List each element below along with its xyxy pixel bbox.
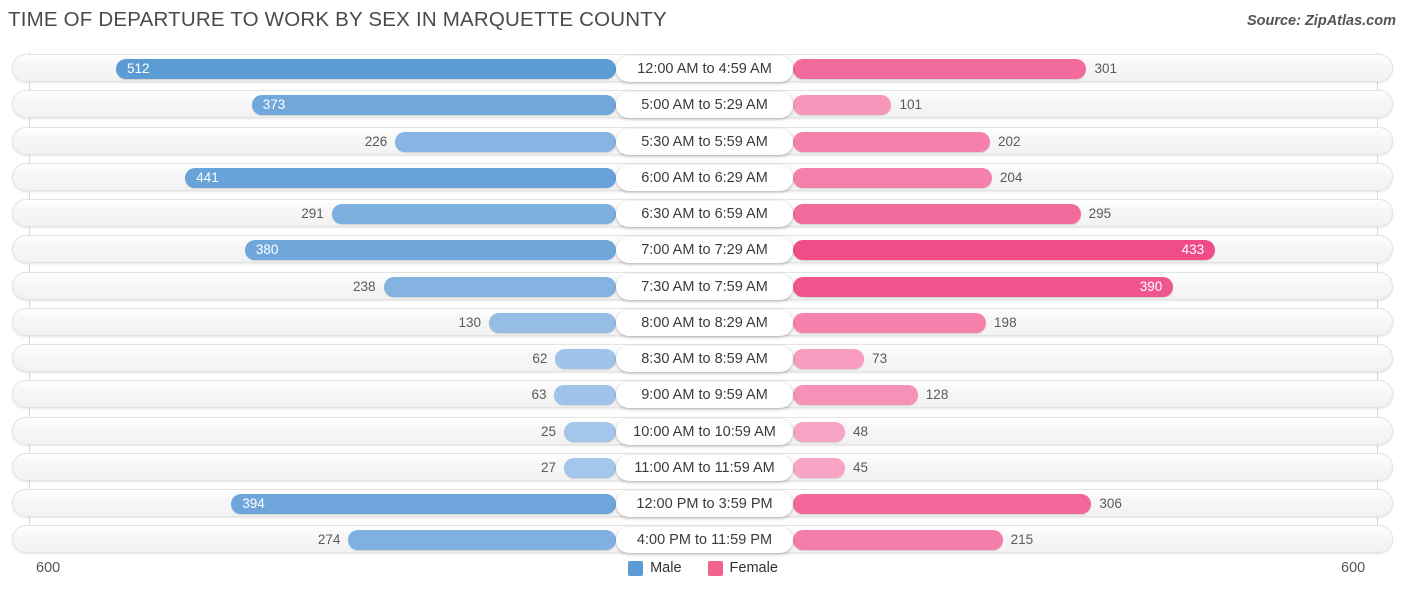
bar-value-male: 373 <box>262 97 286 113</box>
legend-item-female[interactable]: Female <box>707 560 778 576</box>
bar-female <box>793 131 990 152</box>
chart-legend: Male Female <box>0 560 1406 576</box>
bar-value-male: 25 <box>540 423 556 439</box>
category-label: 8:00 AM to 8:29 AM <box>616 309 793 336</box>
bar-value-male: 63 <box>531 387 547 403</box>
legend-label: Male <box>650 560 682 576</box>
bar-value-male: 238 <box>353 278 376 294</box>
bar-male <box>115 59 616 79</box>
bar-value-female: 215 <box>1010 532 1034 548</box>
category-label: 4:00 PM to 11:59 PM <box>616 527 793 554</box>
table-row: 27 45 11:00 AM to 11:59 AM <box>12 452 1393 481</box>
bar-value-female: 306 <box>1099 496 1122 511</box>
bar-female <box>793 167 992 188</box>
bar-male <box>331 204 616 224</box>
bar-value-female: 198 <box>994 314 1017 330</box>
bar-value-male: 130 <box>458 314 482 330</box>
bar-female <box>793 457 845 478</box>
bar-female <box>793 240 1216 261</box>
bar-male <box>564 421 616 442</box>
bar-value-female: 390 <box>1139 278 1163 294</box>
bar-value-female: 48 <box>853 423 869 439</box>
bar-male <box>244 240 616 261</box>
bar-value-male: 380 <box>255 242 279 258</box>
bar-female <box>793 385 918 406</box>
table-row: 25 48 10:00 AM to 10:59 AM <box>12 416 1393 445</box>
bar-male <box>555 349 616 369</box>
bar-female <box>793 530 1003 551</box>
category-label: 12:00 PM to 3:59 PM <box>616 491 793 517</box>
legend-swatch-icon <box>707 560 723 576</box>
category-label: 9:00 AM to 9:59 AM <box>616 382 793 409</box>
bar-female <box>793 204 1081 224</box>
bar-value-male: 441 <box>196 169 219 185</box>
bar-value-male: 226 <box>364 133 388 149</box>
category-label: 5:00 AM to 5:29 AM <box>616 92 793 119</box>
bar-value-female: 101 <box>899 97 922 113</box>
table-row: 512 301 12:00 AM to 4:59 AM <box>12 54 1393 82</box>
bar-female <box>793 95 892 116</box>
table-row: 62 73 8:30 AM to 8:59 AM <box>12 344 1393 372</box>
table-row: 291 295 6:30 AM to 6:59 AM <box>12 199 1393 227</box>
source-attribution: Source: ZipAtlas.com <box>1246 13 1396 29</box>
category-label: 12:00 AM to 4:59 AM <box>616 56 793 82</box>
bar-value-male: 512 <box>126 61 150 76</box>
table-row: 373 101 5:00 AM to 5:29 AM <box>12 90 1393 119</box>
bar-value-female: 295 <box>1088 206 1112 221</box>
bar-male <box>554 385 616 406</box>
category-label: 6:30 AM to 6:59 AM <box>616 201 793 227</box>
bar-value-male: 274 <box>317 532 341 548</box>
legend-item-male[interactable]: Male <box>628 560 682 576</box>
bar-value-male: 394 <box>242 496 265 511</box>
table-row: 380 433 7:00 AM to 7:29 AM <box>12 235 1393 264</box>
bar-female <box>793 312 987 333</box>
bar-female <box>793 421 845 442</box>
bar-male <box>383 276 616 297</box>
bar-male <box>348 530 616 551</box>
category-label: 6:00 AM to 6:29 AM <box>616 164 793 191</box>
bar-value-male: 62 <box>532 351 548 366</box>
bar-female <box>793 349 865 369</box>
bar-value-female: 204 <box>999 169 1023 185</box>
category-label: 11:00 AM to 11:59 AM <box>616 454 793 481</box>
bar-value-female: 301 <box>1094 61 1117 76</box>
table-row: 441 204 6:00 AM to 6:29 AM <box>12 162 1393 191</box>
page-title: TIME OF DEPARTURE TO WORK BY SEX IN MARQ… <box>8 8 667 31</box>
bar-male <box>489 312 616 333</box>
category-label: 7:30 AM to 7:59 AM <box>616 273 793 300</box>
bar-value-female: 128 <box>925 387 949 403</box>
bar-male <box>564 457 616 478</box>
legend-label: Female <box>729 560 778 576</box>
bar-value-female: 73 <box>872 351 888 366</box>
table-row: 238 390 7:30 AM to 7:59 AM <box>12 271 1393 300</box>
bar-value-male: 27 <box>540 459 556 475</box>
bar-male <box>231 494 616 514</box>
bar-female <box>793 59 1087 79</box>
table-row: 394 306 12:00 PM to 3:59 PM <box>12 489 1393 517</box>
bar-value-female: 45 <box>853 459 869 475</box>
table-row: 63 128 9:00 AM to 9:59 AM <box>12 380 1393 409</box>
bar-female <box>793 494 1092 514</box>
table-row: 130 198 8:00 AM to 8:29 AM <box>12 307 1393 336</box>
category-label: 7:00 AM to 7:29 AM <box>616 237 793 264</box>
bar-male <box>185 167 616 188</box>
table-row: 274 215 4:00 PM to 11:59 PM <box>12 525 1393 554</box>
category-label: 10:00 AM to 10:59 AM <box>616 418 793 445</box>
bar-male <box>251 95 616 116</box>
bar-male <box>395 131 616 152</box>
bar-value-male: 291 <box>301 206 324 221</box>
table-row: 226 202 5:30 AM to 5:59 AM <box>12 126 1393 155</box>
category-label: 8:30 AM to 8:59 AM <box>616 346 793 372</box>
bar-female <box>793 276 1174 297</box>
bar-value-female: 433 <box>1181 242 1205 258</box>
bar-value-female: 202 <box>997 133 1021 149</box>
bar-chart: 512 301 12:00 AM to 4:59 AM 373 101 5:00 AM t… <box>0 50 1406 554</box>
category-label: 5:30 AM to 5:59 AM <box>616 128 793 155</box>
legend-swatch-icon <box>628 560 644 576</box>
